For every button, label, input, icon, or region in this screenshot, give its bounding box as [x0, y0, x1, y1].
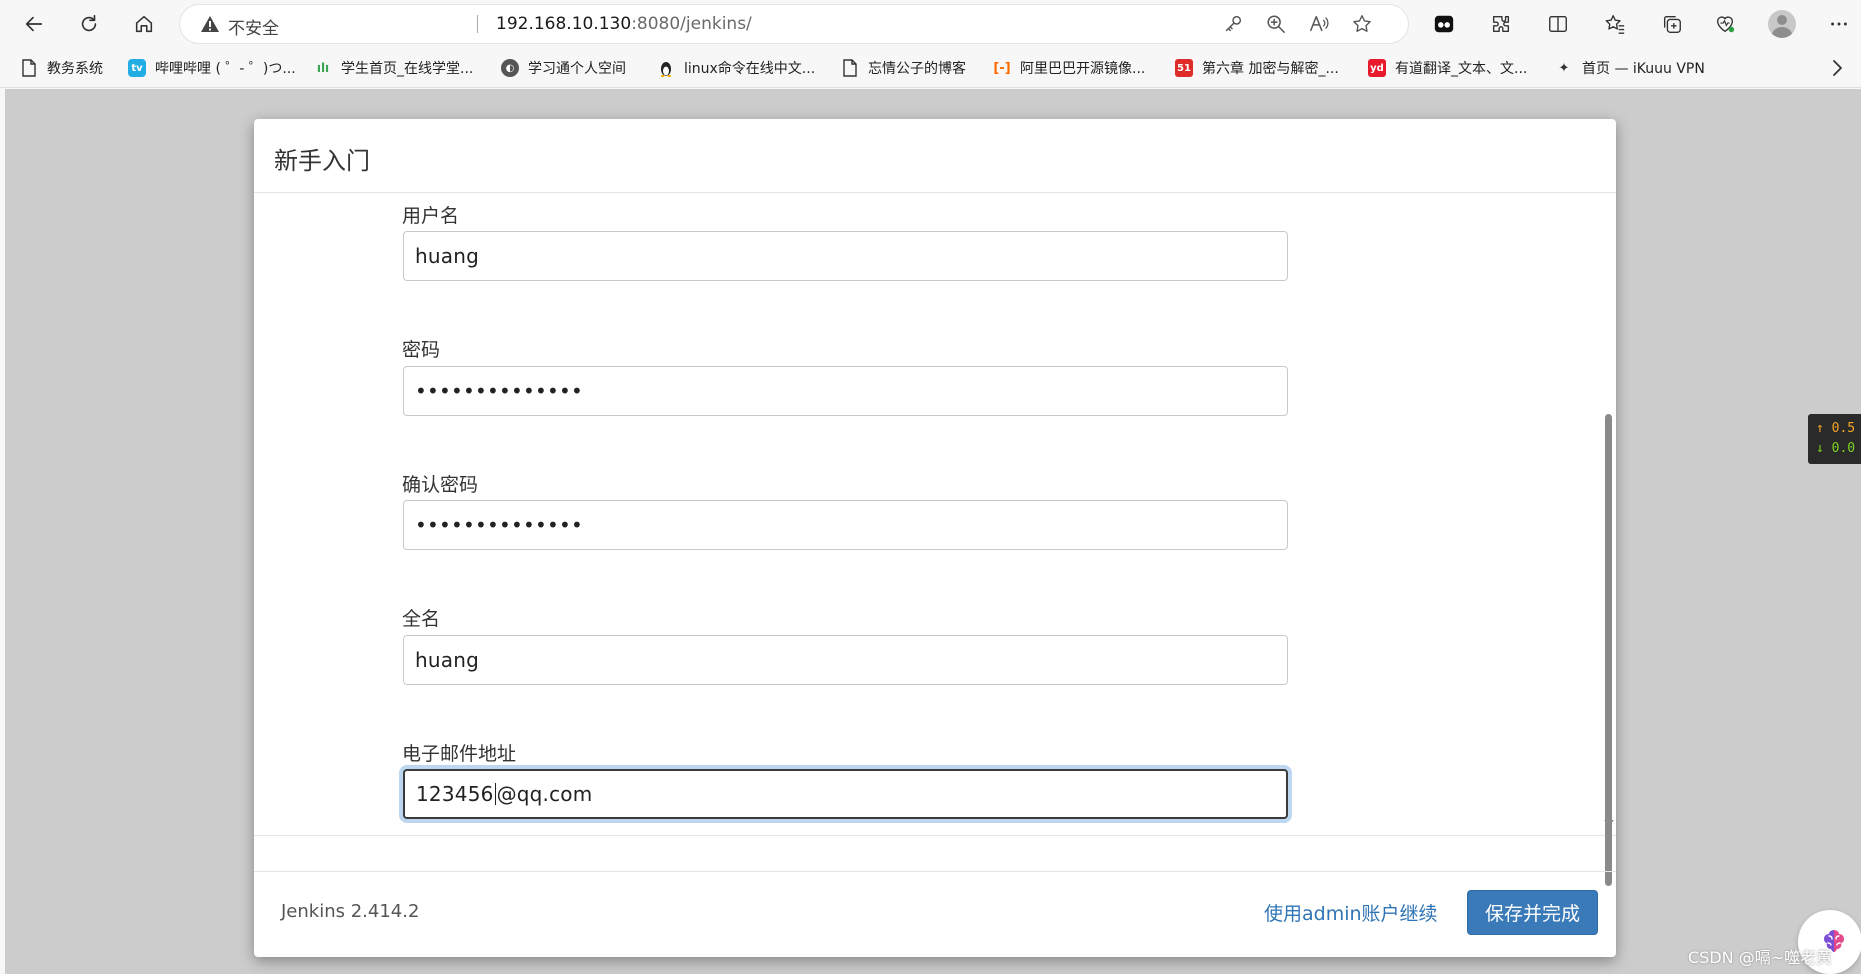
- security-label[interactable]: 不安全: [228, 14, 279, 39]
- dialog-title: 新手入门: [274, 147, 370, 175]
- page-icon: [841, 59, 859, 77]
- chevron-right-icon[interactable]: [1826, 57, 1848, 79]
- continue-as-admin-link[interactable]: 使用admin账户继续: [1264, 899, 1438, 926]
- home-button[interactable]: [126, 6, 162, 42]
- read-aloud-icon[interactable]: [1308, 13, 1330, 35]
- arrow-left-icon: [25, 16, 43, 32]
- bookmark-label: 学习通个人空间: [528, 61, 626, 77]
- chaoxing-icon: ◐: [501, 59, 519, 77]
- linux-penguin-icon: [657, 59, 675, 77]
- aliyun-icon: [-]: [993, 60, 1011, 76]
- url-host: 192.168.10.130: [496, 14, 632, 34]
- jenkins-version: Jenkins 2.414.2: [281, 901, 420, 922]
- url-text[interactable]: 192.168.10.130:8080/jenkins/: [496, 14, 752, 34]
- ikuuu-icon: ✦: [1558, 60, 1570, 76]
- refresh-icon: [81, 14, 97, 32]
- bookmark-ikuuu[interactable]: ✦ 首页 — iKuuu VPN: [1555, 57, 1705, 79]
- confirm-password-input[interactable]: ••••••••••••••: [403, 500, 1288, 550]
- bookmark-label: 首页 — iKuuu VPN: [1582, 61, 1705, 77]
- browser-toolbar: 不安全 192.168.10.130:8080/jenkins/: [0, 0, 1861, 48]
- bookmark-blog[interactable]: 忘情公子的博客: [841, 57, 966, 79]
- key-icon[interactable]: [1222, 13, 1244, 35]
- bilibili-icon: tv: [128, 59, 146, 77]
- email-label: 电子邮件地址: [402, 743, 517, 765]
- address-bar[interactable]: 不安全 192.168.10.130:8080/jenkins/: [180, 5, 1408, 43]
- username-label: 用户名: [402, 205, 460, 227]
- bookmark-youdao[interactable]: yd 有道翻译_文本、文...: [1368, 57, 1527, 79]
- bookmark-label: 阿里巴巴开源镜像...: [1020, 61, 1146, 77]
- password-input[interactable]: ••••••••••••••: [403, 366, 1288, 416]
- bookmark-51cto[interactable]: 51 第六章 加密与解密_...: [1175, 57, 1339, 79]
- confirm-password-label: 确认密码: [402, 474, 479, 496]
- email-value-after-caret: @qq.com: [496, 782, 593, 806]
- refresh-button[interactable]: [71, 6, 107, 42]
- extension-bitwarden-icon[interactable]: [1433, 13, 1455, 35]
- bookmark-linux[interactable]: linux命令在线中文...: [657, 57, 815, 79]
- bookmark-jiaowu[interactable]: 教务系统: [20, 57, 103, 79]
- url-path: :8080/jenkins/: [631, 14, 752, 34]
- bookmark-label: linux命令在线中文...: [684, 61, 816, 77]
- text-caret: [494, 783, 496, 805]
- bookmark-label: 有道翻译_文本、文...: [1395, 61, 1528, 77]
- more-options-icon[interactable]: [1828, 13, 1850, 35]
- xuetang-icon: ılı: [316, 61, 330, 75]
- 51cto-icon: 51: [1175, 59, 1193, 77]
- email-value-before-caret: 123456: [416, 782, 494, 806]
- email-input[interactable]: 123456 @qq.com: [403, 769, 1288, 819]
- upload-speed: ↑ 0.5: [1816, 421, 1856, 436]
- back-button[interactable]: [16, 6, 52, 42]
- warning-icon[interactable]: [200, 15, 220, 33]
- fullname-input[interactable]: huang: [403, 635, 1288, 685]
- bookmark-label: 哔哩哔哩 ( ゜- ゜)つ...: [155, 61, 296, 77]
- bookmark-bilibili[interactable]: tv 哔哩哔哩 ( ゜- ゜)つ...: [128, 57, 296, 79]
- zoom-in-icon[interactable]: [1265, 13, 1287, 35]
- bookmark-xuetang[interactable]: ılı 学生首页_在线学堂...: [314, 57, 474, 79]
- scroll-down-arrow-icon[interactable]: [1604, 820, 1614, 826]
- save-and-finish-button[interactable]: 保存并完成: [1467, 890, 1598, 935]
- profile-avatar[interactable]: [1768, 10, 1796, 38]
- dialog-scrollbar[interactable]: [1600, 194, 1616, 886]
- collections-icon[interactable]: [1661, 13, 1683, 35]
- youdao-icon: yd: [1368, 59, 1386, 77]
- bookmark-aliyun[interactable]: [-] 阿里巴巴开源镜像...: [993, 57, 1145, 79]
- dialog-header: 新手入门: [254, 119, 1616, 193]
- bookmarks-bar: 教务系统 tv 哔哩哔哩 ( ゜- ゜)つ... ılı 学生首页_在线学堂..…: [0, 48, 1861, 88]
- download-speed: ↓ 0.0: [1816, 441, 1856, 456]
- network-speed-widget[interactable]: ↑ 0.5 ↓ 0.0: [1808, 414, 1861, 464]
- dialog-body: 用户名 huang 密码 •••••••••••••• 确认密码 •••••••…: [254, 194, 1616, 836]
- address-divider: [477, 15, 478, 33]
- favorite-star-icon[interactable]: [1351, 13, 1373, 35]
- bookmark-label: 教务系统: [47, 61, 103, 77]
- extensions-icon[interactable]: [1490, 13, 1512, 35]
- bookmark-label: 第六章 加密与解密_...: [1202, 61, 1339, 77]
- scrollbar-thumb[interactable]: [1605, 414, 1612, 886]
- setup-dialog: 新手入门 用户名 huang 密码 •••••••••••••• 确认密码 ••…: [254, 119, 1616, 957]
- favorites-icon[interactable]: [1604, 13, 1626, 35]
- password-label: 密码: [402, 339, 441, 361]
- bookmark-label: 忘情公子的博客: [868, 61, 966, 77]
- footer-divider: [254, 871, 1616, 872]
- split-screen-icon[interactable]: [1547, 13, 1569, 35]
- browser-essentials-icon[interactable]: [1714, 13, 1736, 35]
- bookmark-label: 学生首页_在线学堂...: [341, 61, 474, 77]
- bookmark-chaoxing[interactable]: ◐ 学习通个人空间: [501, 57, 626, 79]
- page-icon: [20, 59, 38, 77]
- home-icon: [135, 15, 153, 33]
- csdn-watermark: CSDN @嗝~噬老黄: [1688, 948, 1833, 967]
- username-input[interactable]: huang: [403, 231, 1288, 281]
- fullname-label: 全名: [402, 608, 441, 630]
